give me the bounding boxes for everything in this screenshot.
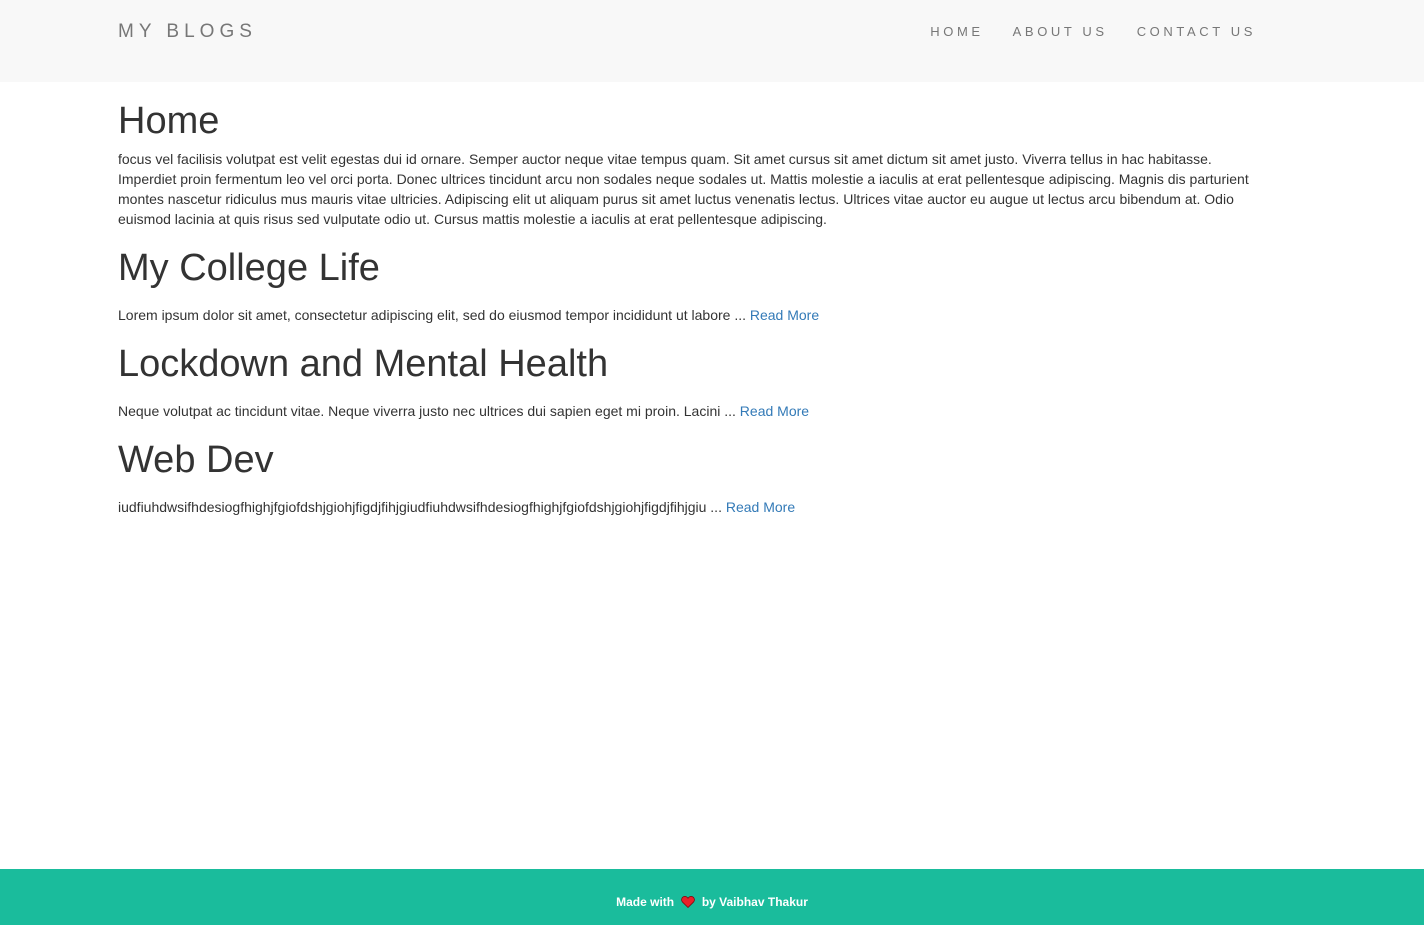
main-content: Home focus vel facilisis volutpat est ve…	[118, 96, 1258, 531]
footer-suffix: by Vaibhav Thakur	[701, 895, 808, 909]
post-excerpt-text: Lorem ipsum dolor sit amet, consectetur …	[118, 307, 750, 323]
nav-link-contact-us[interactable]: CONTACT US	[1137, 24, 1256, 40]
post-title: Web Dev	[118, 439, 274, 481]
nav-link-about-us[interactable]: ABOUT US	[1013, 24, 1108, 40]
footer-prefix: Made with	[616, 895, 675, 909]
page-title: Home	[118, 100, 220, 142]
heart-icon	[681, 895, 696, 909]
nav-link-home[interactable]: HOME	[930, 24, 983, 40]
post-title: My College Life	[118, 247, 380, 289]
read-more-link[interactable]: Read More	[750, 307, 819, 323]
nav-links: HOME ABOUT US CONTACT US	[901, 24, 1256, 40]
navbar: MY BLOGS HOME ABOUT US CONTACT US	[0, 0, 1424, 82]
post-excerpt: Neque volutpat ac tincidunt vitae. Neque…	[118, 401, 1258, 421]
home-intro: focus vel facilisis volutpat est velit e…	[118, 151, 1249, 227]
post-item: My College Life Lorem ipsum dolor sit am…	[118, 243, 1258, 325]
post-item: Web Dev iudfiuhdwsifhdesiogfhighjfgiofds…	[118, 435, 1258, 517]
post-excerpt: iudfiuhdwsifhdesiogfhighjfgiofdshjgiohjf…	[118, 497, 1258, 517]
post-excerpt-text: Neque volutpat ac tincidunt vitae. Neque…	[118, 403, 740, 419]
post-excerpt-text: iudfiuhdwsifhdesiogfhighjfgiofdshjgiohjf…	[118, 499, 726, 515]
footer-credit: Made with by Vaibhav Thakur	[0, 894, 1424, 910]
post-title: Lockdown and Mental Health	[118, 343, 609, 385]
read-more-link[interactable]: Read More	[726, 499, 795, 515]
brand-link[interactable]: MY BLOGS	[118, 20, 257, 44]
post-item: Lockdown and Mental Health Neque volutpa…	[118, 339, 1258, 421]
read-more-link[interactable]: Read More	[740, 403, 809, 419]
footer: Made with by Vaibhav Thakur	[0, 869, 1424, 925]
post-excerpt: Lorem ipsum dolor sit amet, consectetur …	[118, 305, 1258, 325]
